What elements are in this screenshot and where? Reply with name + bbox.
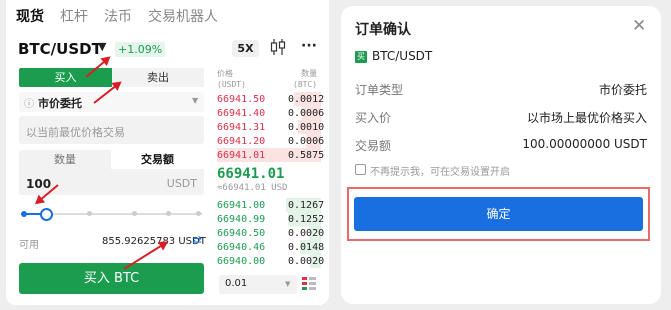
info-icon: ⓘ — [24, 99, 34, 110]
leverage-button[interactable]: 5X — [232, 40, 259, 57]
order-confirm-dialog: 订单确认 ✕ 买 BTC/USDT 订单类型 市价委托 买入价 以市场上最优价格… — [341, 6, 661, 304]
confirm-pair: BTC/USDT — [372, 49, 433, 63]
pair-selector[interactable]: BTC/USDT — [18, 40, 102, 58]
trade-amount-label: 交易额 — [355, 139, 392, 153]
tab-spot[interactable]: 现货 — [16, 6, 44, 26]
buy-btc-button[interactable]: 买入 BTC — [19, 263, 204, 294]
candlestick-icon[interactable] — [270, 38, 286, 60]
caret-down-icon: ▼ — [192, 96, 199, 105]
buy-tab[interactable]: 买入 — [19, 68, 112, 87]
price-placeholder: 以当前最优价格交易 — [26, 126, 125, 139]
precision-select[interactable]: 0.01 ▼ — [219, 275, 297, 294]
dont-remind-checkbox[interactable] — [355, 164, 366, 175]
buy-side-badge: 买 — [355, 51, 367, 63]
close-icon[interactable]: ✕ — [632, 16, 646, 36]
caret-down-icon: ▼ — [285, 280, 291, 288]
trade-amount-value: 100.00000000 USDT — [522, 137, 647, 151]
amount-input[interactable]: 数量 交易额 100 USDT — [19, 150, 204, 195]
amount-unit: USDT — [166, 177, 197, 190]
dont-remind-label: 不再提示我，可在交易设置开启 — [370, 167, 510, 178]
buy-price-label: 买入价 — [355, 111, 392, 125]
available-value: 855.92625783 USDT — [102, 236, 206, 247]
order-type-label: 市价委托 — [38, 97, 82, 110]
qty-header: 数量 (BTC) — [293, 69, 318, 89]
available-label: 可用 — [19, 240, 39, 251]
chevron-down-icon[interactable]: ▼ — [98, 40, 106, 53]
orderbook-layout-icon[interactable] — [302, 276, 316, 296]
tab-margin[interactable]: 杠杆 — [60, 6, 88, 26]
amount-tab[interactable]: 交易额 — [111, 150, 204, 169]
tab-bots[interactable]: 交易机器人 — [148, 6, 218, 26]
order-type-value: 市价委托 — [598, 83, 647, 97]
transfer-icon[interactable]: ⇄ — [192, 233, 202, 247]
amount-value: 100 — [26, 177, 52, 191]
dialog-title: 订单确认 — [355, 22, 411, 38]
precision-value: 0.01 — [225, 278, 248, 289]
confirm-button[interactable]: 确定 — [354, 197, 643, 231]
order-type-label: 订单类型 — [355, 83, 404, 97]
price-input[interactable]: 以当前最优价格交易 — [19, 116, 204, 144]
sell-tab[interactable]: 卖出 — [112, 68, 204, 87]
buy-price-value: 以市场上最优价格买入 — [526, 111, 647, 125]
qty-tab[interactable]: 数量 — [19, 150, 111, 169]
order-type-select[interactable]: ⓘ 市价委托 ▼ — [19, 92, 204, 112]
price-change-badge: +1.09% — [115, 42, 166, 57]
tab-fiat[interactable]: 法币 — [104, 6, 132, 26]
amount-slider[interactable] — [21, 207, 202, 221]
last-price-usd: ≈66941.01 USD — [217, 183, 288, 193]
more-icon[interactable]: ··· — [301, 38, 317, 54]
price-header: 价格 (USDT) — [217, 69, 246, 89]
slider-handle[interactable] — [40, 208, 53, 221]
last-price: 66941.01 — [217, 166, 285, 182]
trade-panel: 现货 杠杆 法币 交易机器人 BTC/USDT ▼ +1.09% 5X ··· … — [6, 0, 329, 305]
